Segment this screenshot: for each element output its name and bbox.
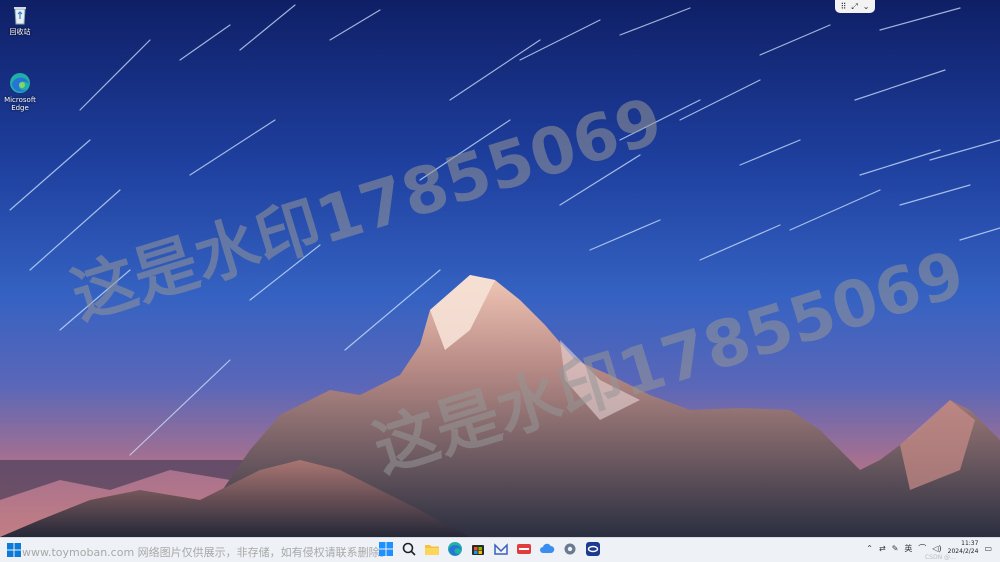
- snap-layout-icon[interactable]: ⤢: [851, 2, 857, 12]
- windows-start-icon[interactable]: [7, 542, 21, 557]
- notification-icon[interactable]: ▭: [984, 544, 992, 553]
- mail-icon[interactable]: [493, 541, 509, 557]
- cloud-icon[interactable]: [539, 541, 555, 557]
- store-icon[interactable]: [470, 541, 486, 557]
- file-explorer-icon[interactable]: [424, 541, 440, 557]
- windows-start-icon[interactable]: [378, 541, 394, 557]
- desktop-icon-edge[interactable]: Microsoft Edge: [0, 56, 40, 120]
- chevron-down-icon[interactable]: ⌄: [863, 2, 870, 11]
- chevron-up-icon[interactable]: ⌃: [866, 544, 873, 553]
- taskbar: www.toymoban.com 网络图片仅供展示，非存储，如有侵权请联系删除。: [0, 537, 1000, 562]
- edge-icon: [9, 64, 31, 93]
- csdn-credit: CSDN @…: [924, 554, 956, 561]
- ime-indicator[interactable]: 英: [904, 543, 912, 554]
- tencent-meeting-icon[interactable]: [585, 541, 601, 557]
- edge-icon[interactable]: [447, 541, 463, 557]
- volume-icon[interactable]: ◁): [932, 544, 941, 553]
- desktop-icon-recycle-bin[interactable]: 回收站: [0, 4, 40, 36]
- pen-icon[interactable]: ✎: [892, 544, 899, 553]
- desktop-icon-label: Microsoft Edge: [4, 96, 36, 112]
- recycle-bin-icon: [9, 4, 31, 26]
- source-caption: www.toymoban.com 网络图片仅供展示，非存储，如有侵权请联系删除。: [22, 546, 391, 559]
- snap-layout-icon[interactable]: ⠿: [841, 2, 847, 11]
- red-app-icon[interactable]: [516, 541, 532, 557]
- network-icon[interactable]: ⇄: [879, 544, 886, 553]
- wifi-icon[interactable]: ⌒: [918, 543, 926, 554]
- snap-layout-widget[interactable]: ⠿ ⤢ ⌄: [835, 0, 875, 13]
- search-icon[interactable]: [401, 541, 417, 557]
- taskbar-pinned-apps: [378, 541, 601, 557]
- settings-icon[interactable]: [562, 541, 578, 557]
- clock-time: 11:37: [961, 540, 979, 547]
- desktop-icon-label: 回收站: [9, 28, 31, 36]
